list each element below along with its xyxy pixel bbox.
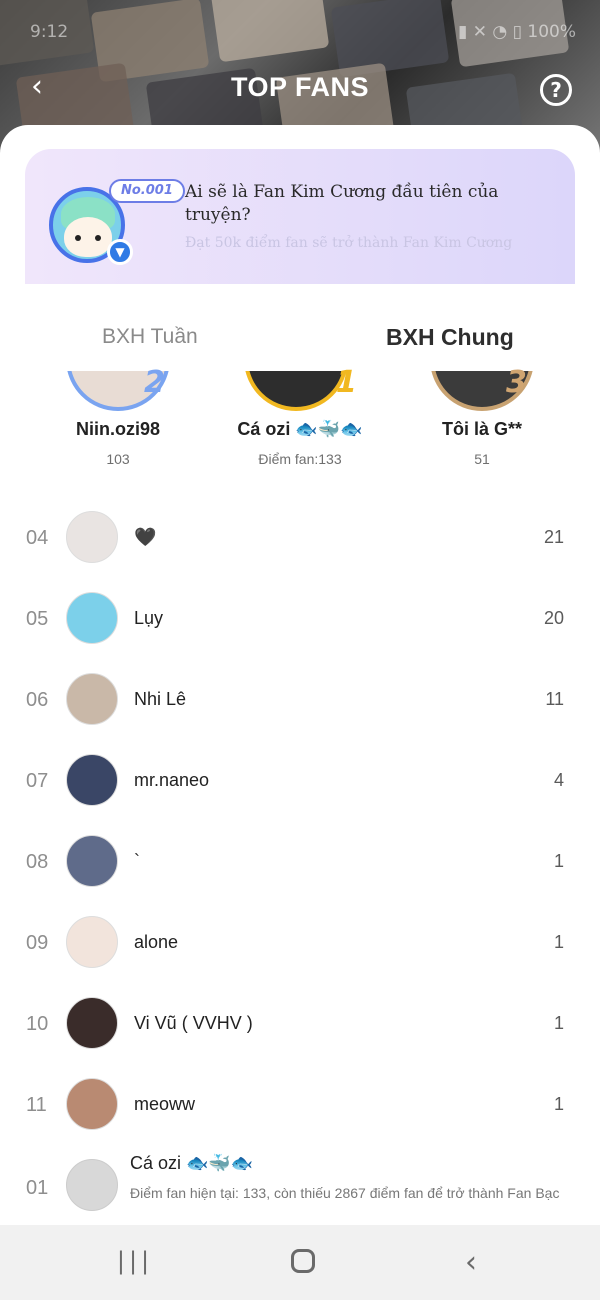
battery-level: 100% [527, 22, 576, 42]
status-icons: ▮ ✕ ◔ ▯ 100% [458, 22, 576, 42]
mascot-face [64, 217, 112, 257]
tab-weekly-ranking[interactable]: BXH Tuần [102, 325, 198, 349]
fan-row[interactable]: 05 Lụy 20 [0, 582, 600, 663]
fan-name: Lụy [134, 608, 164, 628]
fan-score: 4 [553, 770, 564, 790]
fan-row[interactable]: 04 🖤 21 [0, 501, 600, 582]
home-icon [291, 1249, 315, 1273]
my-rank: 01 [26, 1177, 49, 1199]
rank-badge-3: 3 [506, 365, 527, 400]
fan-name: mr.naneo [134, 770, 210, 790]
my-rank-row[interactable]: 01 Cá ozi 🐟🐳🐟 Điểm fan hiện tại: 133, cò… [0, 1153, 600, 1225]
recent-apps-icon: ||| [116, 1247, 154, 1275]
fan-score: 1 [553, 1013, 564, 1033]
podium-name-1: Cá ozi 🐟🐳🐟 [237, 419, 363, 439]
fan-score: 11 [545, 689, 564, 709]
fan-rank: 07 [26, 770, 49, 792]
podium-score-1: Điểm fan:133 [258, 451, 342, 467]
podium-name-3: Tôi là G** [441, 419, 522, 439]
diamond-fan-banner[interactable]: ▼ No.001 Ai sẽ là Fan Kim Cương đầu tiên… [25, 149, 575, 284]
chevron-left-icon: ‹ [465, 1245, 477, 1280]
avatar [66, 754, 118, 806]
status-right-icons: ▮ ✕ ◔ ▯ [457, 22, 522, 42]
status-time: 9:12 [30, 22, 69, 42]
fan-rank: 06 [26, 689, 49, 711]
rank-number-badge: No.001 [109, 179, 185, 203]
my-fan-progress-text: Điểm fan hiện tại: 133, còn thiếu 2867 đ… [130, 1185, 560, 1201]
fan-rank: 10 [26, 1013, 49, 1035]
fan-score: 20 [543, 608, 564, 628]
rank-badge-1: 1 [336, 365, 357, 400]
podium-name-2: Niin.ozi98 [75, 419, 160, 439]
mascot-eye [95, 235, 101, 241]
banner-title: Ai sẽ là Fan Kim Cương đầu tiên của truy… [185, 182, 499, 225]
podium-avatar-1[interactable] [244, 371, 348, 411]
home-button[interactable] [283, 1247, 323, 1279]
avatar [66, 1078, 118, 1130]
avatar [66, 673, 118, 725]
fan-row[interactable]: 10 Vi Vũ ( VVHV ) 1 [0, 987, 600, 1068]
fan-row[interactable]: 08 ` 1 [0, 825, 600, 906]
fan-name: Vi Vũ ( VVHV ) [134, 1013, 253, 1033]
fan-name: alone [134, 932, 179, 952]
system-nav-bar: ||| ‹ [0, 1225, 600, 1300]
avatar [66, 835, 118, 887]
fan-name: meoww [134, 1094, 196, 1114]
fan-score: 1 [553, 851, 564, 871]
content-sheet: ▼ No.001 Ai sẽ là Fan Kim Cương đầu tiên… [0, 125, 600, 1225]
fan-score: 1 [553, 1094, 564, 1114]
podium-score-3: 51 [474, 451, 490, 467]
status-bar: 9:12 ▮ ✕ ◔ ▯ 100% [0, 22, 600, 46]
fan-row[interactable]: 07 mr.naneo 4 [0, 744, 600, 825]
avatar [66, 511, 118, 563]
fan-rank: 09 [26, 932, 49, 954]
avatar [66, 1159, 118, 1211]
fan-rank: 05 [26, 608, 49, 630]
help-button[interactable]: ? [540, 74, 572, 106]
diamond-icon: ▼ [107, 239, 133, 265]
banner-subtitle: Đạt 50k điểm fan sẽ trở thành Fan Kim Cư… [185, 235, 513, 251]
fan-row[interactable]: 09 alone 1 [0, 906, 600, 987]
fan-row[interactable]: 11 meoww 1 [0, 1068, 600, 1149]
avatar [66, 916, 118, 968]
recent-apps-button[interactable]: ||| [115, 1247, 155, 1279]
system-back-button[interactable]: ‹ [451, 1247, 491, 1279]
fan-name: Nhi Lê [134, 689, 187, 709]
mascot-eye [75, 235, 81, 241]
tab-overall-ranking[interactable]: BXH Chung [386, 324, 514, 351]
fan-score: 1 [553, 932, 564, 952]
fan-row[interactable]: 06 Nhi Lê 11 [0, 663, 600, 744]
fan-rank: 04 [26, 527, 49, 549]
fan-rank: 08 [26, 851, 49, 873]
fan-score: 21 [543, 527, 564, 547]
fan-rank: 11 [26, 1094, 47, 1116]
rank-badge-2: 2 [144, 365, 165, 400]
avatar [66, 592, 118, 644]
avatar [66, 997, 118, 1049]
question-circle-icon: ? [550, 78, 562, 102]
fan-name: 🖤 [134, 527, 157, 547]
my-name: Cá ozi 🐟🐳🐟 [130, 1153, 254, 1173]
podium-score-2: 103 [106, 451, 130, 467]
fan-name: ` [134, 851, 140, 871]
page-title: TOP FANS [230, 72, 370, 102]
